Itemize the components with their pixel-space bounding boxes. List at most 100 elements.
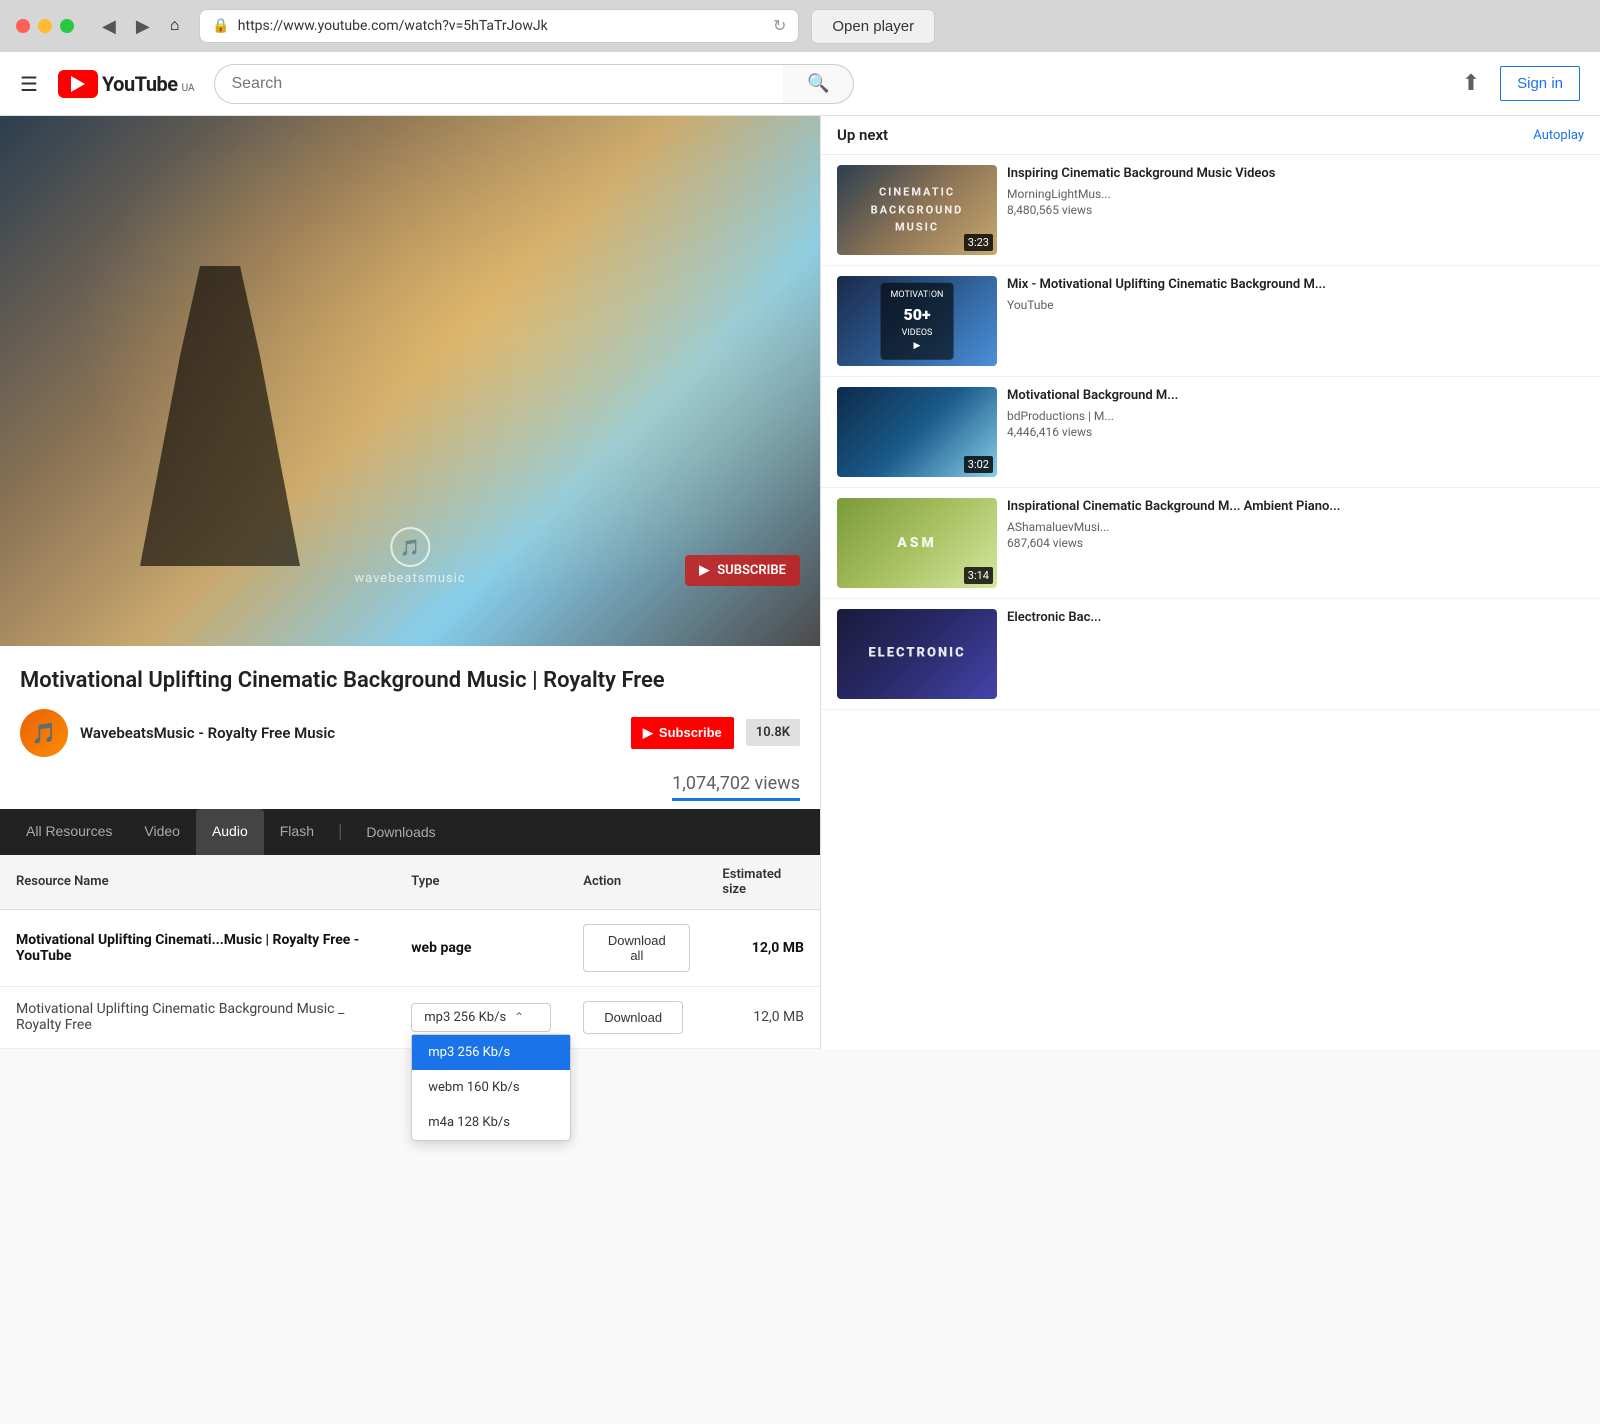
table-row: Motivational Uplifting Cinematic Backgro…	[0, 986, 820, 1048]
tab-divider: |	[330, 821, 350, 842]
open-player-button[interactable]: Open player	[811, 9, 935, 44]
row1-type: web page	[395, 909, 567, 986]
sidebar-video-4[interactable]: ASM 3:14 Inspirational Cinematic Backgro…	[821, 488, 1600, 599]
autoplay-label[interactable]: Autoplay	[1533, 128, 1584, 143]
address-bar[interactable]: 🔒 https://www.youtube.com/watch?v=5hTaTr…	[199, 9, 799, 43]
sidebar-video-title-4: Inspirational Cinematic Background M... …	[1007, 498, 1584, 516]
home-button[interactable]: ⌂	[162, 12, 188, 41]
format-option-m4a[interactable]: m4a 128 Kb/s	[412, 1105, 570, 1140]
traffic-lights	[16, 19, 74, 33]
format-selected-label: mp3 256 Kb/s	[424, 1010, 506, 1025]
sign-in-button[interactable]: Sign in	[1500, 66, 1580, 101]
col-size: Estimated size	[706, 855, 820, 910]
play-triangle-icon	[71, 76, 85, 92]
sidebar-thumb-4: ASM 3:14	[837, 498, 997, 588]
sidebar-video-3[interactable]: 3:02 Motivational Background M... bdProd…	[821, 377, 1600, 488]
format-option-webm[interactable]: webm 160 Kb/s	[412, 1070, 570, 1105]
sidebar-video-1[interactable]: CINEMATICBACKGROUND MUSIC 3:23 Inspiring…	[821, 155, 1600, 266]
search-button[interactable]: 🔍	[783, 64, 854, 104]
sidebar-video-title-1: Inspiring Cinematic Background Music Vid…	[1007, 165, 1584, 183]
views-row: 1,074,702 views	[20, 765, 800, 809]
sidebar-video-info-5: Electronic Bac...	[1007, 609, 1584, 699]
sidebar-video-2[interactable]: MOTIVATION50+VIDEOS▶ Mix - Motivational …	[821, 266, 1600, 377]
sidebar-thumb-1: CINEMATICBACKGROUND MUSIC 3:23	[837, 165, 997, 255]
sidebar-thumb-3: 3:02	[837, 387, 997, 477]
video-info: Motivational Uplifting Cinematic Backgro…	[0, 646, 820, 809]
col-resource-name: Resource Name	[0, 855, 395, 910]
row2-action: Download	[567, 986, 706, 1048]
up-next-label: Up next	[837, 126, 888, 144]
search-container: 🔍	[214, 64, 854, 104]
download-all-button[interactable]: Download all	[583, 924, 690, 972]
sidebar-video-info-3: Motivational Background M... bdProductio…	[1007, 387, 1584, 477]
subscriber-count: 10.8K	[746, 719, 800, 746]
forward-button[interactable]: ▶	[128, 12, 158, 41]
sidebar-channel-2: YouTube	[1007, 298, 1584, 312]
youtube-logo[interactable]: YouTube UA	[58, 70, 195, 98]
menu-icon[interactable]: ☰	[20, 72, 38, 96]
close-button[interactable]	[16, 19, 30, 33]
upload-icon[interactable]: ⬆	[1462, 71, 1480, 96]
table-row: Motivational Uplifting Cinemati...Music …	[0, 909, 820, 986]
sidebar-video-title-2: Mix - Motivational Uplifting Cinematic B…	[1007, 276, 1584, 294]
format-option-mp3[interactable]: mp3 256 Kb/s	[412, 1035, 570, 1070]
sidebar-thumb-2: MOTIVATION50+VIDEOS▶	[837, 276, 997, 366]
row1-size: 12,0 MB	[706, 909, 820, 986]
subscribe-button[interactable]: ▶ Subscribe	[631, 717, 734, 749]
video-subscribe-overlay[interactable]: ▶ SUBSCRIBE	[685, 555, 800, 586]
sidebar-channel-3: bdProductions | M...	[1007, 409, 1584, 423]
tab-flash[interactable]: Flash	[264, 809, 330, 855]
table-body: Motivational Uplifting Cinemati...Music …	[0, 909, 820, 1048]
sidebar-views-3: 4,446,416 views	[1007, 425, 1584, 439]
sidebar-thumb-badge-4: ASM	[897, 532, 937, 554]
sidebar-video-title-3: Motivational Background M...	[1007, 387, 1584, 405]
wavebeats-circle-icon: 🎵	[390, 527, 430, 567]
sidebar-channel-1: MorningLightMus...	[1007, 187, 1584, 201]
channel-row: 🎵 WavebeatsMusic - Royalty Free Music ▶ …	[20, 709, 800, 757]
youtube-logo-icon	[58, 70, 98, 98]
format-selector[interactable]: mp3 256 Kb/s ⌃ mp3 256 Kb/s webm 160 Kb/…	[411, 1003, 551, 1032]
maximize-button[interactable]	[60, 19, 74, 33]
format-display[interactable]: mp3 256 Kb/s ⌃	[411, 1003, 551, 1032]
main-content: 🎵 wavebeatsmusic ▶ SUBSCRIBE Motivationa…	[0, 116, 1600, 1049]
tab-video[interactable]: Video	[128, 809, 196, 855]
subscribe-play-icon: ▶	[643, 725, 653, 741]
tab-downloads[interactable]: Downloads	[350, 810, 451, 854]
sidebar-thumb-5: ELECTRONIC	[837, 609, 997, 699]
sidebar-header: Up next Autoplay	[821, 116, 1600, 155]
sidebar-duration-4: 3:14	[964, 567, 993, 584]
wavebeats-logo: 🎵 wavebeatsmusic	[354, 527, 465, 586]
sidebar-video-info-4: Inspirational Cinematic Background M... …	[1007, 498, 1584, 588]
sidebar-video-5[interactable]: ELECTRONIC Electronic Bac...	[821, 599, 1600, 710]
back-button[interactable]: ◀	[94, 12, 124, 41]
video-player[interactable]: 🎵 wavebeatsmusic ▶ SUBSCRIBE	[0, 116, 820, 646]
nav-buttons: ◀ ▶ ⌂	[94, 12, 187, 41]
sidebar-thumb-badge-2: MOTIVATION50+VIDEOS▶	[881, 283, 954, 360]
logo-text-wrapper: YouTube UA	[102, 72, 195, 96]
sidebar-channel-4: AShamaluevMusi...	[1007, 520, 1584, 534]
header-actions: ⬆ Sign in	[1462, 66, 1580, 101]
channel-avatar: 🎵	[20, 709, 68, 757]
sidebar-video-title-5: Electronic Bac...	[1007, 609, 1584, 627]
sidebar-duration-1: 3:23	[964, 234, 993, 251]
sidebar-views-4: 687,604 views	[1007, 536, 1584, 550]
reload-button[interactable]: ↻	[773, 16, 786, 36]
resource-table: Resource Name Type Action Estimated size…	[0, 855, 820, 1049]
browser-chrome: ◀ ▶ ⌂ 🔒 https://www.youtube.com/watch?v=…	[0, 0, 1600, 52]
minimize-button[interactable]	[38, 19, 52, 33]
channel-info: WavebeatsMusic - Royalty Free Music	[80, 724, 619, 742]
col-type: Type	[395, 855, 567, 910]
views-count: 1,074,702 views	[672, 773, 800, 801]
video-subscribe-text: SUBSCRIBE	[717, 563, 786, 578]
search-input[interactable]	[214, 64, 783, 104]
chevron-down-icon: ⌃	[514, 1010, 524, 1024]
channel-name: WavebeatsMusic - Royalty Free Music	[80, 724, 619, 742]
youtube-logo-text: YouTube	[102, 72, 178, 96]
download-button[interactable]: Download	[583, 1001, 683, 1034]
sidebar-duration-3: 3:02	[964, 456, 993, 473]
tab-all-resources[interactable]: All Resources	[10, 809, 128, 855]
wavebeats-text: wavebeatsmusic	[354, 571, 465, 586]
tab-audio[interactable]: Audio	[196, 809, 264, 855]
sidebar-thumb-badge-5: ELECTRONIC	[868, 644, 965, 665]
row2-name: Motivational Uplifting Cinematic Backgro…	[0, 986, 395, 1048]
